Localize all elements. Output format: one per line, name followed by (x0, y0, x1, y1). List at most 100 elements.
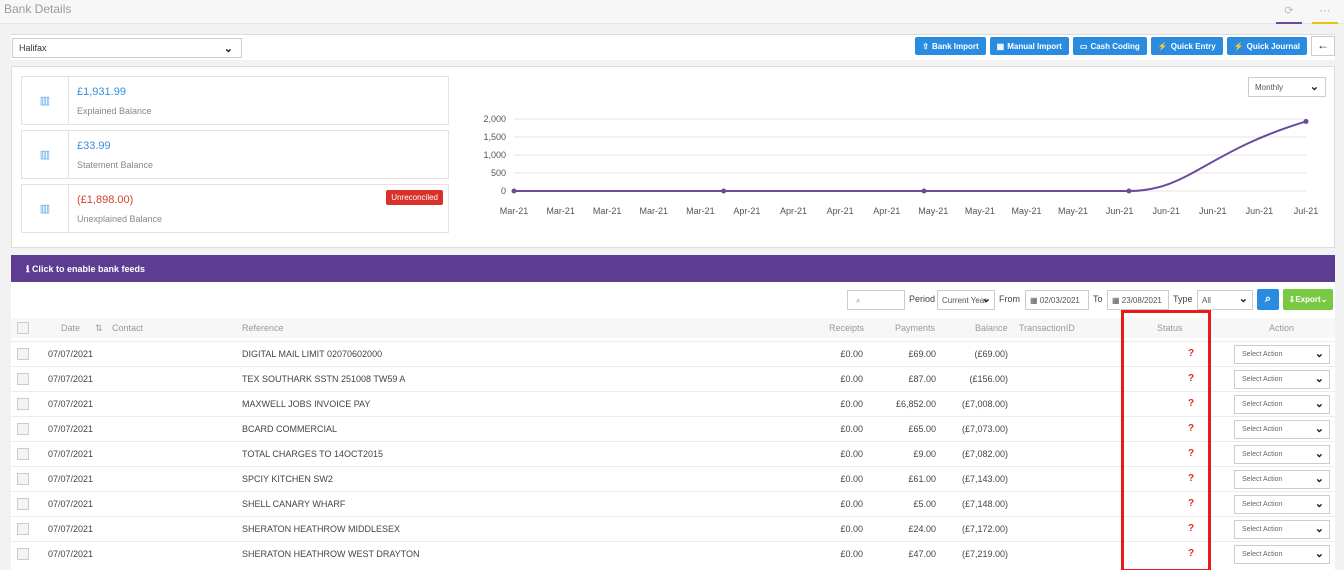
header-reference[interactable]: Reference (242, 323, 284, 333)
manual-import-button[interactable]: ▦ Manual Import (989, 37, 1069, 55)
row-checkbox[interactable] (17, 473, 29, 485)
row-checkbox[interactable] (17, 548, 29, 560)
row-action-select[interactable]: Select Action ⌄ (1234, 445, 1330, 464)
data-point (1303, 118, 1309, 124)
cell-balance: (£7,148.00) (961, 499, 1008, 509)
minimize-icon[interactable]: ⋯ (1312, 4, 1338, 24)
quick-journal-button[interactable]: ⚡ Quick Journal (1226, 37, 1307, 55)
to-date-input[interactable]: ▦ 23/08/2021 (1107, 290, 1169, 310)
from-date-input[interactable]: ▦ 02/03/2021 (1025, 290, 1089, 310)
header-transaction-id[interactable]: TransactionID (1019, 323, 1075, 333)
data-point (721, 188, 727, 194)
bank-account-select[interactable]: Halifax ⌄ (12, 38, 242, 58)
balance-card: ▥ £1,931.99 Explained Balance (21, 76, 449, 125)
sort-icon[interactable]: ⇅ (95, 323, 103, 334)
row-checkbox[interactable] (17, 423, 29, 435)
search-icon: ⌕ (856, 296, 861, 305)
row-checkbox[interactable] (17, 398, 29, 410)
balance-label: Unexplained Balance (77, 214, 163, 224)
bank-feeds-banner[interactable]: ℹ Click to enable bank feeds (11, 255, 1335, 282)
export-button[interactable]: ⇩ Export ⌄ (1283, 289, 1333, 310)
action-placeholder: Select Action (1242, 551, 1283, 558)
chevron-down-icon: ⌄ (981, 293, 991, 305)
search-button[interactable]: ⌕ (1257, 289, 1279, 310)
cell-payments: £69.00 (908, 349, 936, 359)
row-action-select[interactable]: Select Action ⌄ (1234, 470, 1330, 489)
balance-label: Statement Balance (77, 160, 154, 170)
cell-reference: SHERATON HEATHROW MIDDLESEX (242, 524, 401, 534)
info-icon: ℹ (26, 264, 30, 274)
row-checkbox[interactable] (17, 348, 29, 360)
period-select[interactable]: Current Year ⌄ (937, 290, 995, 310)
select-all-checkbox[interactable] (17, 322, 29, 334)
action-placeholder: Select Action (1242, 426, 1283, 433)
action-placeholder: Select Action (1242, 501, 1283, 508)
row-checkbox[interactable] (17, 448, 29, 460)
row-action-select[interactable]: Select Action ⌄ (1234, 395, 1330, 414)
header-date[interactable]: Date (61, 323, 80, 333)
row-checkbox[interactable] (17, 523, 29, 535)
back-button[interactable]: ← (1311, 36, 1335, 56)
chevron-down-icon: ⌄ (1314, 373, 1324, 385)
cell-payments: £24.00 (908, 524, 936, 534)
type-select[interactable]: All ⌄ (1197, 290, 1253, 310)
row-action-select[interactable]: Select Action ⌄ (1234, 345, 1330, 364)
cell-reference: BCARD COMMERCIAL (242, 424, 338, 434)
bar-chart-icon: ▥ (22, 131, 69, 178)
data-point (511, 188, 517, 194)
status-highlight-box (1121, 310, 1211, 570)
balance-chart: Monthly ⌄ 0 500 1,000 1,500 2,000 Mar-21 Mar-2… (456, 77, 1326, 233)
cash-coding-button[interactable]: ▭ Cash Coding (1072, 37, 1147, 55)
button-label: Manual Import (1007, 41, 1062, 51)
toolbar: Halifax ⌄ ⇧ Bank Import ▦ Manual Import ▭ Cas… (11, 34, 1335, 60)
chevron-down-icon: ⌄ (1314, 348, 1324, 360)
header-contact[interactable]: Contact (112, 323, 143, 333)
x-tick-label: Apr-21 (873, 206, 900, 216)
chevron-down-icon: ⌄ (1314, 498, 1324, 510)
search-input[interactable]: ⌕ (847, 290, 905, 310)
data-point (1126, 188, 1132, 194)
bar-chart-icon: ▥ (22, 185, 69, 232)
header-balance[interactable]: Balance (975, 323, 1008, 333)
x-tick-label: Mar-21 (686, 206, 715, 216)
quick-entry-button[interactable]: ⚡ Quick Entry (1150, 37, 1223, 55)
row-action-select[interactable]: Select Action ⌄ (1234, 545, 1330, 564)
cell-receipts: £0.00 (840, 374, 863, 384)
cell-receipts: £0.00 (840, 524, 863, 534)
balance-card: ▥ £33.99 Statement Balance (21, 130, 449, 179)
cell-payments: £87.00 (908, 374, 936, 384)
chevron-down-icon: ⌄ (1314, 398, 1324, 410)
row-checkbox[interactable] (17, 498, 29, 510)
refresh-icon[interactable]: ⟳ (1276, 4, 1302, 24)
cell-receipts: £0.00 (840, 499, 863, 509)
cell-date: 07/07/2021 (48, 499, 94, 509)
header-receipts[interactable]: Receipts (829, 323, 864, 333)
bolt-icon: ⚡ (1233, 41, 1244, 51)
action-placeholder: Select Action (1242, 351, 1283, 358)
cell-balance: (£7,143.00) (961, 474, 1008, 484)
row-checkbox[interactable] (17, 373, 29, 385)
x-tick-label: Mar-21 (500, 206, 529, 216)
x-tick-label: May-21 (918, 206, 948, 216)
from-date-value: 02/03/2021 (1039, 296, 1080, 305)
row-action-select[interactable]: Select Action ⌄ (1234, 520, 1330, 539)
header-payments[interactable]: Payments (895, 323, 935, 333)
cell-reference: DIGITAL MAIL LIMIT 02070602000 (242, 349, 383, 359)
cell-date: 07/07/2021 (48, 349, 94, 359)
row-action-select[interactable]: Select Action ⌄ (1234, 420, 1330, 439)
bank-account-value: Halifax (19, 43, 47, 53)
button-label: Bank Import (931, 41, 979, 51)
chevron-down-icon: ⌄ (1309, 81, 1319, 93)
row-action-select[interactable]: Select Action ⌄ (1234, 370, 1330, 389)
x-tick-label: Mar-21 (593, 206, 622, 216)
cell-reference: SHELL CANARY WHARF (242, 499, 346, 509)
row-action-select[interactable]: Select Action ⌄ (1234, 495, 1330, 514)
bank-import-button[interactable]: ⇧ Bank Import (915, 37, 986, 55)
header-action: Action (1269, 323, 1295, 333)
cell-balance: (£7,082.00) (961, 449, 1008, 459)
cell-payments: £65.00 (908, 424, 936, 434)
chart-period-select[interactable]: Monthly ⌄ (1248, 77, 1326, 97)
x-tick-label: Jun-21 (1246, 206, 1274, 216)
bank-feeds-text: Click to enable bank feeds (31, 264, 145, 274)
from-label: From (999, 294, 1020, 304)
